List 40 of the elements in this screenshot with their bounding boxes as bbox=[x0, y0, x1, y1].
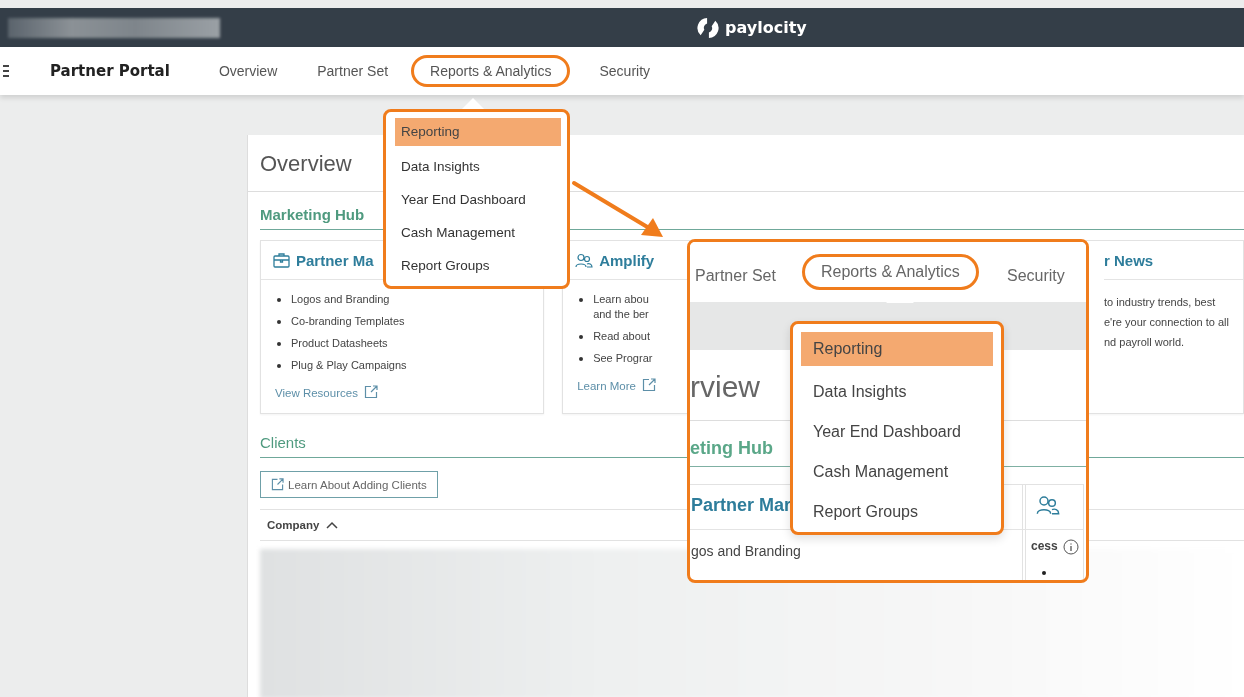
nav-tab[interactable]: Overview bbox=[213, 55, 283, 87]
column-header[interactable]: Company bbox=[267, 519, 320, 531]
menu-item[interactable]: Reporting bbox=[801, 332, 993, 366]
menu-item[interactable]: Data Insights bbox=[805, 372, 993, 412]
bullet-text: gos and Branding bbox=[691, 543, 801, 559]
nav-tab[interactable]: Reports & Analytics bbox=[411, 55, 571, 87]
page-title: rview bbox=[690, 370, 760, 404]
bullet-text: Product Datasheets bbox=[291, 336, 388, 351]
nav-tab[interactable]: Partner Set bbox=[312, 55, 394, 87]
bullet-text: Plug & Play Campaigns bbox=[291, 358, 407, 373]
card-title: Amplify bbox=[599, 251, 655, 269]
nav-tab[interactable]: Partner Set bbox=[692, 260, 779, 292]
menu-item[interactable]: Cash Management bbox=[805, 452, 993, 492]
section-title: Clients bbox=[260, 434, 306, 451]
nav-tab[interactable]: Security bbox=[1004, 260, 1068, 292]
card-title: Partner Ma bbox=[296, 251, 374, 269]
bullet-text: Logos and Branding bbox=[291, 292, 390, 307]
card-text: cess bbox=[1031, 539, 1058, 553]
bullet-text: Read about bbox=[593, 329, 650, 344]
nav-tab[interactable]: Security bbox=[594, 55, 656, 87]
resource-link[interactable]: Learn More bbox=[577, 379, 636, 394]
logo-text[interactable]: paylocity bbox=[725, 18, 807, 37]
nav-tab[interactable]: Reports & Analytics bbox=[802, 254, 979, 290]
section-title: eting Hub bbox=[690, 438, 773, 459]
menu-item[interactable]: Year End Dashboard bbox=[805, 412, 993, 452]
menu-item[interactable]: Report Groups bbox=[395, 250, 561, 283]
card-title: r News bbox=[1104, 251, 1154, 269]
menu-item[interactable]: Cash Management bbox=[395, 217, 561, 250]
menu-item[interactable]: Reporting bbox=[395, 118, 561, 146]
menu-item[interactable]: Report Groups bbox=[805, 492, 993, 532]
section-title: Marketing Hub bbox=[260, 206, 365, 223]
portal-title: Partner Portal bbox=[50, 62, 170, 80]
bullet-text: Learn abou and the ber bbox=[593, 292, 649, 322]
learn-button[interactable]: Learn About Adding Clients bbox=[260, 471, 438, 498]
bullet-text: See Prograr bbox=[593, 351, 653, 366]
menu-item[interactable]: Data Insights bbox=[395, 151, 561, 184]
bullet-text: Co-branding Templates bbox=[291, 314, 405, 329]
resource-link[interactable]: View Resources bbox=[275, 386, 358, 401]
card-title: Partner Mar bbox=[691, 495, 792, 516]
card-text: to industry trends, best e're your connection to all nd payroll world. bbox=[1104, 295, 1229, 350]
